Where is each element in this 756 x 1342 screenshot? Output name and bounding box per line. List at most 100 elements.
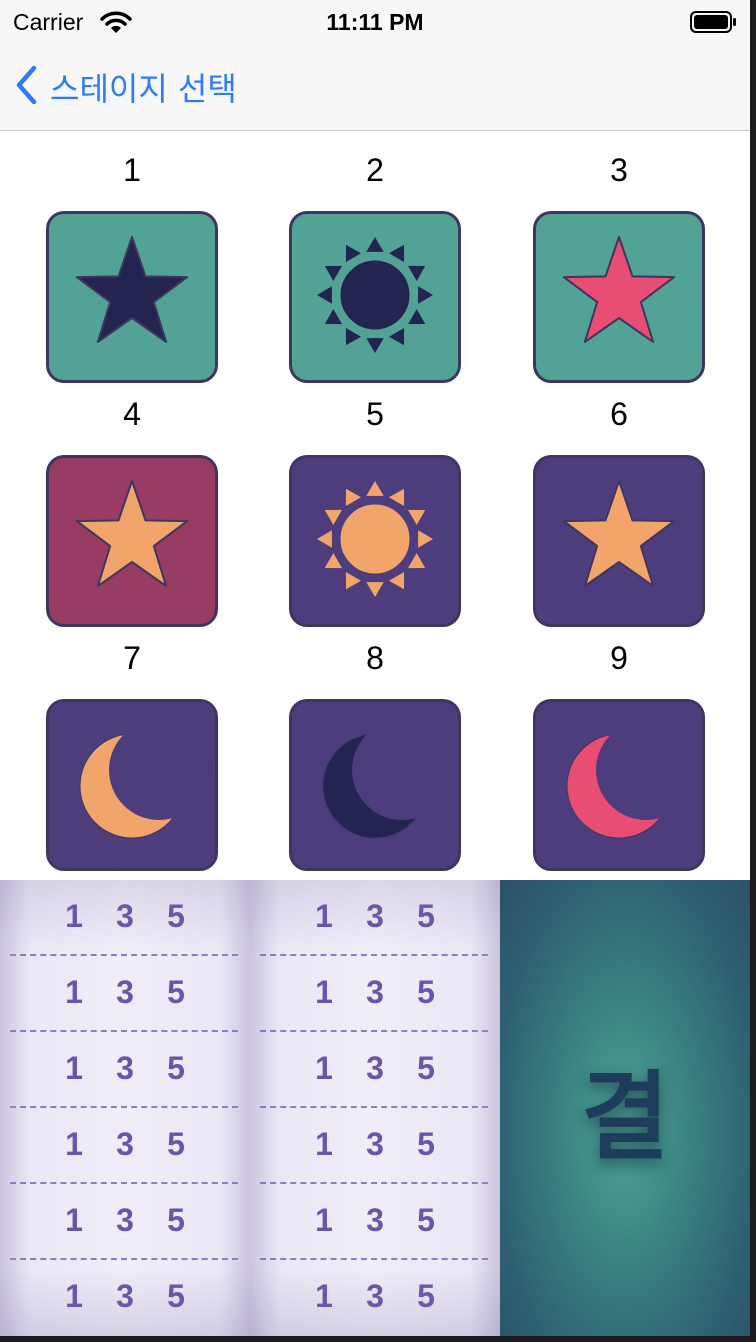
reel-number: 1 bbox=[65, 1202, 83, 1238]
stage-button-1[interactable] bbox=[46, 211, 218, 383]
reel-row: 135 bbox=[0, 956, 250, 1032]
reel-number: 1 bbox=[65, 1278, 83, 1314]
stage-number: 7 bbox=[123, 640, 141, 676]
reel-number: 3 bbox=[116, 1050, 134, 1086]
star-icon bbox=[536, 214, 702, 380]
reel-number: 1 bbox=[315, 1050, 333, 1086]
reel-number: 3 bbox=[366, 1202, 384, 1238]
reel-number: 3 bbox=[366, 898, 384, 934]
reel-number: 5 bbox=[417, 1050, 435, 1086]
reel-numbers: 135 bbox=[250, 898, 500, 935]
reel-number: 5 bbox=[417, 898, 435, 934]
reel-number: 5 bbox=[417, 1202, 435, 1238]
star-icon bbox=[49, 458, 215, 624]
reel-numbers: 135 bbox=[250, 974, 500, 1011]
result-panel: 결 bbox=[500, 880, 750, 1336]
battery-icon bbox=[690, 11, 738, 38]
stage-button-4[interactable] bbox=[46, 455, 218, 627]
stage-number: 1 bbox=[123, 152, 141, 188]
reel-numbers: 135 bbox=[250, 1126, 500, 1163]
slot-machine: 135135135135135135 135135135135135135 결 bbox=[0, 880, 750, 1336]
reel-number: 3 bbox=[366, 974, 384, 1010]
reel-row: 135 bbox=[250, 880, 500, 956]
reel-row: 135 bbox=[250, 1184, 500, 1260]
star-icon bbox=[49, 214, 215, 380]
reel-number: 3 bbox=[366, 1126, 384, 1162]
stage-button-6[interactable] bbox=[533, 455, 705, 627]
moon-icon bbox=[292, 702, 458, 868]
reel-number: 3 bbox=[116, 1278, 134, 1314]
reel-number: 3 bbox=[366, 1050, 384, 1086]
reel-row: 135 bbox=[0, 880, 250, 956]
reel-row: 135 bbox=[0, 1108, 250, 1184]
reel-row: 135 bbox=[0, 1260, 250, 1336]
reel-numbers: 135 bbox=[250, 1202, 500, 1239]
stage-number: 2 bbox=[366, 152, 384, 188]
sun-icon bbox=[292, 458, 458, 624]
reel-number: 1 bbox=[65, 1126, 83, 1162]
moon-icon bbox=[536, 702, 702, 868]
stage-number: 5 bbox=[366, 396, 384, 432]
reel-number: 5 bbox=[417, 1126, 435, 1162]
status-time: 11:11 PM bbox=[326, 9, 424, 35]
reel-number: 5 bbox=[167, 1126, 185, 1162]
reel-left[interactable]: 135135135135135135 bbox=[0, 880, 250, 1336]
reel-number: 1 bbox=[315, 898, 333, 934]
stage-number: 3 bbox=[610, 152, 628, 188]
reel-number: 1 bbox=[315, 1202, 333, 1238]
stage-grid: 1 2 3 4 5 6 7 8 9 bbox=[0, 131, 750, 880]
reel-row: 135 bbox=[250, 956, 500, 1032]
reel-numbers: 135 bbox=[250, 1050, 500, 1087]
reel-number: 5 bbox=[417, 974, 435, 1010]
reel-number: 1 bbox=[65, 898, 83, 934]
status-bar: Carrier 11:11 PM bbox=[0, 0, 750, 44]
reel-numbers: 135 bbox=[0, 1202, 250, 1239]
stage-number: 9 bbox=[610, 640, 628, 676]
reel-number: 5 bbox=[167, 898, 185, 934]
stage-number: 8 bbox=[366, 640, 384, 676]
moon-icon bbox=[49, 702, 215, 868]
stage-button-5[interactable] bbox=[289, 455, 461, 627]
stage-number: 4 bbox=[123, 396, 141, 432]
stage-button-2[interactable] bbox=[289, 211, 461, 383]
reel-middle[interactable]: 135135135135135135 bbox=[250, 880, 500, 1336]
reel-number: 1 bbox=[315, 1126, 333, 1162]
back-button[interactable]: 스테이지 선택 bbox=[14, 64, 237, 110]
reel-row: 135 bbox=[0, 1032, 250, 1108]
reel-number: 3 bbox=[116, 1126, 134, 1162]
navigation-bar: 스테이지 선택 bbox=[0, 44, 750, 131]
stage-button-7[interactable] bbox=[46, 699, 218, 871]
reel-number: 1 bbox=[315, 1278, 333, 1314]
reel-number: 5 bbox=[167, 974, 185, 1010]
reel-numbers: 135 bbox=[0, 1278, 250, 1315]
reel-numbers: 135 bbox=[0, 1126, 250, 1163]
reel-number: 5 bbox=[167, 1202, 185, 1238]
reel-number: 5 bbox=[167, 1050, 185, 1086]
star-icon bbox=[536, 458, 702, 624]
back-button-label: 스테이지 선택 bbox=[50, 70, 237, 108]
reel-number: 3 bbox=[116, 898, 134, 934]
stage-button-3[interactable] bbox=[533, 211, 705, 383]
reel-number: 1 bbox=[65, 1050, 83, 1086]
reel-numbers: 135 bbox=[0, 974, 250, 1011]
result-text: 결 bbox=[580, 1060, 670, 1173]
screen: Carrier 11:11 PM 스테이지 선택 1 2 3 4 5 6 7 8… bbox=[0, 0, 750, 1336]
reel-row: 135 bbox=[250, 1032, 500, 1108]
reel-number: 3 bbox=[366, 1278, 384, 1314]
stage-number: 6 bbox=[610, 396, 628, 432]
sun-icon bbox=[292, 214, 458, 380]
reel-numbers: 135 bbox=[250, 1278, 500, 1315]
reel-row: 135 bbox=[250, 1260, 500, 1336]
stage-button-9[interactable] bbox=[533, 699, 705, 871]
reel-numbers: 135 bbox=[0, 1050, 250, 1087]
chevron-left-icon bbox=[14, 65, 38, 110]
stage-button-8[interactable] bbox=[289, 699, 461, 871]
reel-number: 3 bbox=[116, 1202, 134, 1238]
reel-row: 135 bbox=[250, 1108, 500, 1184]
reel-number: 5 bbox=[167, 1278, 185, 1314]
reel-numbers: 135 bbox=[0, 898, 250, 935]
reel-number: 1 bbox=[315, 974, 333, 1010]
reel-number: 3 bbox=[116, 974, 134, 1010]
reel-row: 135 bbox=[0, 1184, 250, 1260]
reel-number: 5 bbox=[417, 1278, 435, 1314]
